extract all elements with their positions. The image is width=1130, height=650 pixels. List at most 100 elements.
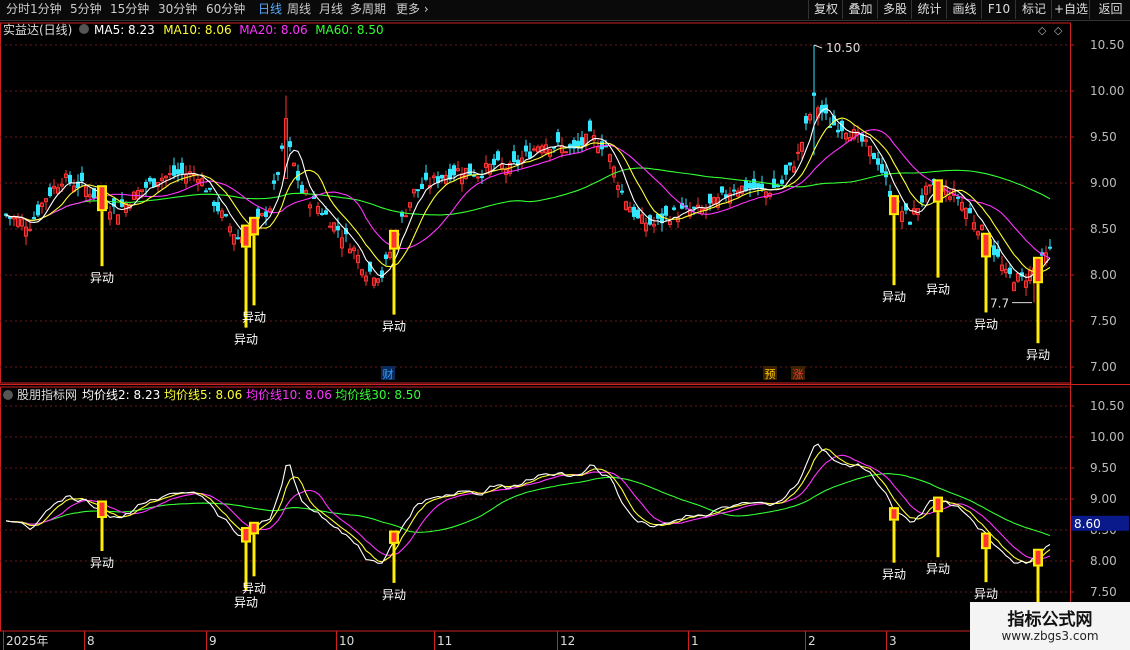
signal-stem [984, 549, 988, 583]
candle-body [328, 225, 332, 228]
sub-y-axis: 10.5010.009.509.008.508.007.50 [1090, 399, 1124, 599]
candle [788, 162, 792, 171]
candle [216, 197, 220, 215]
candle-body [404, 215, 408, 218]
signal-core [251, 523, 257, 533]
timeframe-tab-9[interactable]: 多周期 [350, 1, 386, 18]
sub-ma-label-2: 均价线10: 8.06 [246, 388, 332, 402]
candle [52, 179, 56, 195]
candle-body [492, 158, 496, 166]
stock-chart[interactable]: 10.5010.009.509.008.508.007.507.0010.501… [0, 21, 1130, 650]
candle-body [152, 178, 156, 188]
signal-core [935, 498, 941, 511]
candle [304, 188, 308, 197]
candle-body [288, 141, 292, 148]
candle-body [620, 190, 624, 193]
toolbar-button-0[interactable]: 复权 [808, 0, 843, 19]
signal-stem [892, 520, 896, 563]
candle-body [440, 174, 444, 179]
sub-y-tick-label: 8.00 [1090, 554, 1117, 568]
timeframe-tab-5[interactable]: 60分钟 [206, 1, 245, 18]
toolbar-button-1[interactable]: 叠加 [842, 0, 878, 19]
candle [16, 213, 20, 229]
timeframe-tab-2[interactable]: 5分钟 [70, 1, 102, 18]
signal-stem [392, 249, 396, 315]
signal-label: 异动 [882, 568, 906, 582]
candle [672, 205, 676, 211]
toolbar-button-8[interactable]: 返回 [1089, 0, 1130, 19]
timeframe-tab-8[interactable]: 月线 [319, 1, 343, 18]
main-ma-label-3: MA60: 8.50 [315, 23, 383, 37]
main-y-tick-label: 10.50 [1090, 38, 1124, 52]
signal-sub: 异动 [974, 532, 998, 601]
event-badge-1: 预 [763, 366, 777, 381]
candle-body [452, 165, 456, 176]
candle [352, 245, 356, 260]
candle [636, 208, 640, 220]
current-value-tag: 8.60 [1071, 515, 1129, 531]
timeframe-tab-6[interactable]: 日线 [258, 1, 282, 18]
candle [376, 277, 380, 287]
candle-body [576, 140, 580, 147]
candle [44, 197, 48, 211]
time-axis: 2025年 8 9 10 11 12 1 2 3 [3, 631, 897, 650]
toolbar-button-7[interactable]: +自选 [1051, 0, 1090, 19]
timeframe-tab-4[interactable]: 30分钟 [158, 1, 197, 18]
candle-body [632, 206, 636, 217]
signal-core [99, 502, 105, 516]
candle [928, 184, 932, 194]
candle [228, 223, 232, 237]
candle-body [776, 185, 780, 188]
settings-icon [79, 24, 89, 34]
candle-body [708, 193, 712, 204]
signal-sub: 异动 [382, 530, 406, 602]
candle-body [796, 151, 800, 154]
candle [496, 149, 500, 162]
candle-body [524, 145, 528, 152]
candle [76, 174, 80, 197]
candle-body [224, 213, 228, 217]
candle [1016, 272, 1020, 283]
toolbar-button-2[interactable]: 多股 [877, 0, 912, 19]
candle-body [48, 187, 52, 197]
main-title: 实益达(日线) [3, 22, 72, 37]
candle [784, 164, 788, 181]
toolbar-button-3[interactable]: 统计 [911, 0, 947, 19]
timeframe-tab-1[interactable]: 1分钟 [30, 1, 62, 18]
timeframe-tab-0[interactable]: 分时 [6, 1, 30, 18]
candle [64, 170, 68, 183]
toolbar-button-5[interactable]: F10 [981, 0, 1016, 19]
event-badge-text: 涨 [793, 368, 804, 381]
candle [668, 215, 672, 228]
signal-core [1035, 258, 1041, 282]
sub-y-tick-label: 10.00 [1090, 430, 1124, 444]
candle-body [636, 209, 640, 219]
toolbar-button-6[interactable]: 标记 [1015, 0, 1052, 19]
candle [512, 144, 516, 164]
candle-body [744, 180, 748, 192]
candle [412, 188, 416, 198]
time-label-7: 2 [808, 634, 816, 648]
candle-body [276, 172, 280, 175]
toolbar-button-4[interactable]: 画线 [946, 0, 982, 19]
timeframe-tab-3[interactable]: 15分钟 [110, 1, 149, 18]
candle-body [660, 213, 664, 224]
candle [520, 150, 524, 170]
candle [308, 201, 312, 217]
signal-stem [1036, 283, 1040, 344]
signal-core [391, 532, 397, 542]
main-ma-label-2: MA20: 8.06 [239, 23, 307, 37]
candle [696, 197, 700, 211]
candle [320, 208, 324, 216]
candle [972, 214, 976, 232]
timeframe-tab-10[interactable]: 更多 › [396, 1, 429, 18]
candle [356, 249, 360, 270]
candle [56, 183, 60, 195]
timeframe-tab-7[interactable]: 周线 [287, 1, 311, 18]
candle-body [788, 162, 792, 166]
time-label-4: 11 [437, 634, 452, 648]
signal-label: 异动 [926, 562, 950, 576]
candle-body [144, 181, 148, 188]
candle [380, 266, 384, 283]
candle-body [300, 184, 304, 194]
